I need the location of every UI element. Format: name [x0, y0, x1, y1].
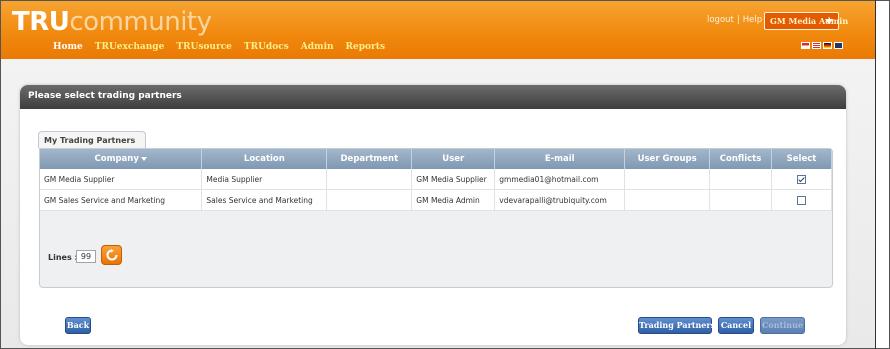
back-button[interactable]: Back	[65, 317, 91, 334]
nav-reports[interactable]: Reports	[346, 42, 385, 56]
cell-email: vdevarapalli@trubiquity.com	[494, 189, 626, 211]
column-header-company[interactable]: Company	[40, 149, 203, 169]
column-header-user[interactable]: User	[411, 149, 496, 169]
cell-user: GM Media Admin	[411, 189, 496, 211]
user-menu-label: GM Media Admin	[770, 16, 849, 26]
partners-table: Company Location Department User E-mail …	[40, 149, 832, 211]
help-link[interactable]: Help	[743, 15, 762, 25]
page-body: Please select trading partners My Tradin…	[1, 59, 875, 348]
selection-panel: Please select trading partners My Tradin…	[20, 85, 846, 345]
nav-trudocs[interactable]: TRUdocs	[244, 42, 289, 56]
flag-icon-4[interactable]	[834, 42, 843, 49]
cell-user-groups	[624, 169, 711, 190]
cell-company: GM Media Supplier	[40, 169, 203, 190]
panel-header: Please select trading partners	[20, 85, 846, 109]
column-header-department[interactable]: Department	[326, 149, 413, 169]
refresh-button[interactable]	[101, 245, 122, 265]
separator: |	[736, 15, 740, 25]
cell-location: Media Supplier	[201, 169, 328, 190]
nav-admin[interactable]: Admin	[301, 42, 334, 56]
table-row[interactable]: GM Media Supplier Media Supplier GM Medi…	[40, 169, 832, 190]
table-header-row: Company Location Department User E-mail …	[40, 149, 832, 169]
language-flags	[801, 42, 843, 49]
chevron-down-icon	[825, 19, 833, 24]
logo: TRUcommunity	[12, 7, 212, 37]
refresh-icon	[106, 249, 118, 261]
nav-trusource[interactable]: TRUsource	[176, 42, 232, 56]
column-header-select[interactable]: Select	[771, 149, 832, 169]
cell-conflicts	[709, 169, 773, 190]
app-header: TRUcommunity Home TRUexchange TRUsource …	[1, 1, 875, 59]
cell-department	[326, 169, 413, 190]
cancel-button[interactable]: Cancel	[718, 317, 754, 334]
tab-label: My Trading Partners	[44, 136, 136, 145]
divider	[875, 0, 876, 349]
nav-home[interactable]: Home	[53, 42, 83, 56]
table-row[interactable]: GM Sales Service and Marketing Sales Ser…	[40, 189, 832, 211]
top-links: logout | Help	[707, 15, 762, 25]
column-header-email[interactable]: E-mail	[494, 149, 626, 169]
column-header-location[interactable]: Location	[201, 149, 328, 169]
nav-truexchange[interactable]: TRUexchange	[95, 42, 165, 56]
panel-title: Please select trading partners	[28, 91, 182, 101]
trading-partners-button[interactable]: Trading Partners	[638, 317, 715, 334]
cell-select	[771, 169, 832, 190]
cell-user-groups	[624, 189, 711, 211]
lines-label: Lines :	[48, 253, 78, 262]
cell-email: gmmedia01@hotmail.com	[494, 169, 626, 190]
cell-department	[326, 189, 413, 211]
column-header-user-groups[interactable]: User Groups	[624, 149, 711, 169]
cell-select	[771, 189, 832, 211]
logo-community: community	[69, 7, 212, 37]
select-checkbox[interactable]	[797, 195, 806, 205]
flag-icon-1[interactable]	[801, 42, 810, 49]
column-header-conflicts[interactable]: Conflicts	[709, 149, 773, 169]
lines-input[interactable]: 99	[76, 250, 96, 263]
cell-company: GM Sales Service and Marketing	[40, 189, 203, 211]
continue-button[interactable]: Continue	[760, 317, 805, 334]
cell-user: GM Media Supplier	[411, 169, 496, 190]
flag-icon-2[interactable]	[812, 42, 821, 49]
cell-conflicts	[709, 189, 773, 211]
tab-content: Company Location Department User E-mail …	[39, 148, 833, 288]
flag-icon-3[interactable]	[823, 42, 832, 49]
user-menu-button[interactable]: GM Media Admin	[764, 12, 848, 30]
sort-down-icon	[140, 156, 147, 161]
column-header-label: Company	[94, 154, 139, 164]
cell-location: Sales Service and Marketing	[201, 189, 328, 211]
logo-tru: TRU	[12, 7, 70, 37]
logout-link[interactable]: logout	[707, 15, 734, 25]
main-nav: Home TRUexchange TRUsource TRUdocs Admin…	[53, 42, 385, 56]
select-checkbox[interactable]	[797, 174, 806, 184]
tab-my-trading-partners[interactable]: My Trading Partners	[38, 131, 146, 148]
